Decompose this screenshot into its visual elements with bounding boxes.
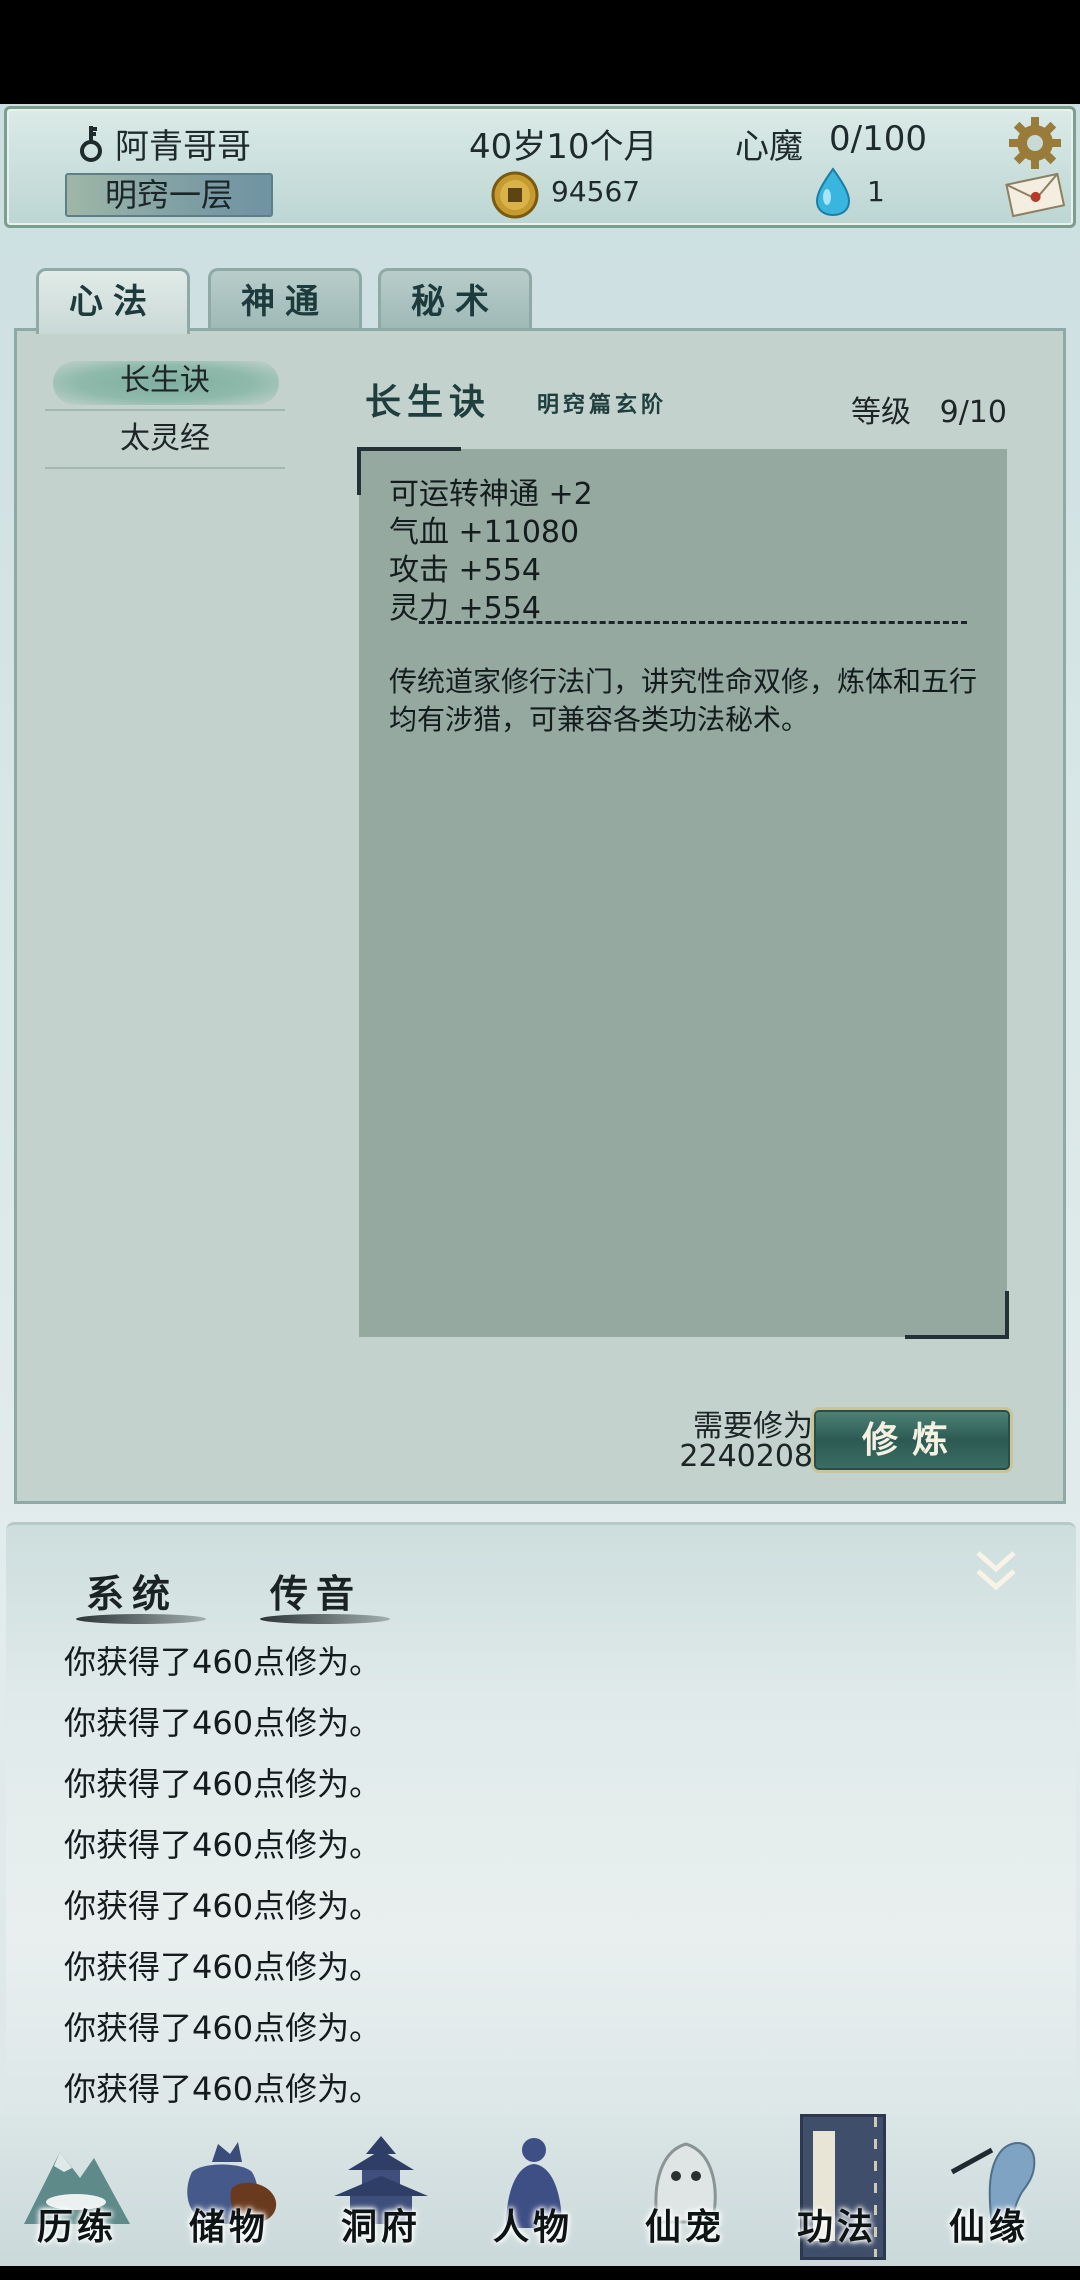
player-name[interactable]: 阿青哥哥 [115,119,251,168]
message-panel: 系统 传音 你获得了460点修为。 你获得了460点修为。 你获得了460点修为… [6,1522,1076,2112]
gem-count: 1 [867,175,885,208]
technique-title: 长生诀 [365,381,492,423]
nav-label: 功法 [796,2206,877,2248]
cultivate-button[interactable]: 修炼 [811,1407,1013,1473]
navigation-bar [0,2266,1080,2280]
level-label: 等级 [851,395,911,430]
key-icon [80,126,102,162]
nav-item-dongfu[interactable]: 洞府 [306,2114,456,2274]
message-line: 你获得了460点修为。 [64,1887,382,1925]
status-bar [0,0,1080,104]
coin-count: 94567 [551,175,641,208]
technique-description-box: 可运转神通 +2 气血 +11080 攻击 +554 灵力 +554 传统道家修… [357,447,1009,1339]
tab-system-messages[interactable]: 系统 [75,1563,207,1624]
frame-corner [905,1291,1009,1339]
nav-label: 洞府 [340,2206,421,2248]
tab-shentong[interactable]: 神通 [208,268,362,332]
nav-label: 历练 [36,2206,117,2248]
nav-label: 储物 [188,2206,269,2248]
nav-item-renwu[interactable]: 人物 [458,2114,608,2274]
nav-item-lilian[interactable]: 历练 [2,2114,152,2274]
technique-list-item[interactable]: 太灵经 [45,413,285,469]
nav-item-gongfa[interactable]: 功法 [762,2114,912,2274]
level-value: 9/10 [939,395,1007,430]
tab-xinfa[interactable]: 心法 [36,268,190,334]
technique-list-label: 长生诀 [120,363,210,398]
chevron-down-icon[interactable] [972,1547,1020,1597]
coin-icon [491,171,539,219]
cost-value: 2240208 [679,1439,813,1474]
message-line: 你获得了460点修为。 [64,1704,382,1742]
gear-icon[interactable] [1007,115,1063,171]
player-age: 40岁10个月 [469,127,658,167]
player-header: 阿青哥哥 40岁10个月 心魔 0/100 明窍一层 94567 1 [4,106,1076,228]
gem-icon [815,167,851,217]
message-line: 你获得了460点修为。 [64,1765,382,1803]
technique-list-item[interactable]: 长生诀 [45,355,285,411]
technique-list-label: 太灵经 [120,421,210,456]
technique-level: 等级 9/10 [851,387,1007,431]
message-line: 你获得了460点修为。 [64,1826,382,1864]
tab-mishu[interactable]: 秘术 [378,268,532,332]
message-line: 你获得了460点修为。 [64,2070,382,2108]
heart-demon-value: 0/100 [829,119,927,159]
tab-voice-messages[interactable]: 传音 [259,1563,391,1624]
technique-description: 传统道家修行法门，讲究性命双修，炼体和五行均有涉猎，可兼容各类功法秘术。 [389,665,978,736]
message-line: 你获得了460点修为。 [64,1643,382,1681]
message-line: 你获得了460点修为。 [64,2009,382,2047]
nav-label: 仙宠 [644,2206,725,2248]
technique-panel: 长生诀 太灵经 长生诀 明窍篇玄阶 等级 9/10 可运转神通 +2 气血 +1… [14,328,1066,1504]
bottom-nav: 历练 储物 洞府 人物 仙宠 功法 仙缘 [0,2114,1080,2280]
technique-category: 明窍篇玄阶 [537,392,668,418]
heart-demon-label: 心魔 [735,127,803,167]
nav-item-chuwu[interactable]: 储物 [154,2114,304,2274]
nav-item-xianyuan[interactable]: 仙缘 [914,2114,1064,2274]
nav-label: 仙缘 [948,2206,1029,2248]
realm-badge: 明窍一层 [65,173,273,217]
message-line: 你获得了460点修为。 [64,1948,382,1986]
divider [419,621,967,624]
mail-icon[interactable] [1003,169,1067,219]
nav-item-xianchong[interactable]: 仙宠 [610,2114,760,2274]
nav-label: 人物 [492,2206,573,2248]
